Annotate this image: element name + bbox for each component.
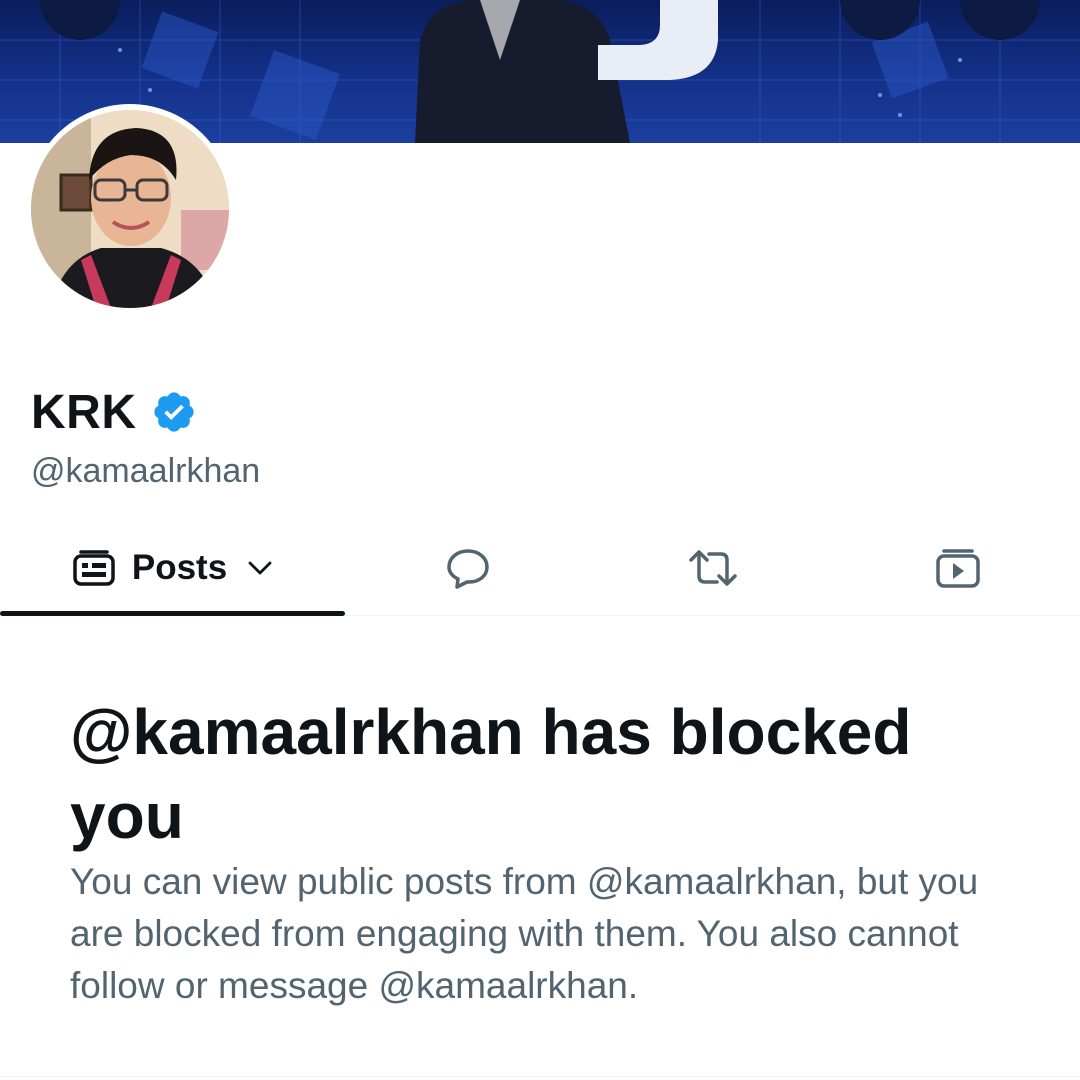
divider: [0, 1076, 1080, 1077]
repost-icon: [687, 548, 739, 588]
reply-icon: [445, 547, 491, 589]
blocked-title: @kamaalrkhan has blocked you: [70, 696, 912, 852]
chevron-down-icon[interactable]: [247, 560, 273, 576]
posts-icon: [72, 548, 116, 588]
display-name: KRK: [31, 385, 137, 439]
tab-posts-label: Posts: [131, 547, 228, 587]
avatar[interactable]: [31, 110, 229, 308]
tab-replies[interactable]: [390, 520, 545, 615]
tab-media[interactable]: [880, 520, 1035, 615]
profile-tabs: Posts: [0, 520, 1080, 616]
display-name-row: KRK: [31, 384, 197, 440]
blocked-description: You can view public posts from @kamaalrk…: [70, 861, 979, 1006]
profile-handle: @kamaalrkhan: [31, 452, 261, 490]
tab-posts[interactable]: Posts: [0, 520, 345, 616]
verified-badge-icon[interactable]: [151, 389, 197, 435]
tab-reposts[interactable]: [635, 520, 790, 615]
avatar-photo: [31, 110, 229, 308]
active-tab-indicator: [0, 611, 345, 616]
media-icon: [935, 547, 981, 589]
